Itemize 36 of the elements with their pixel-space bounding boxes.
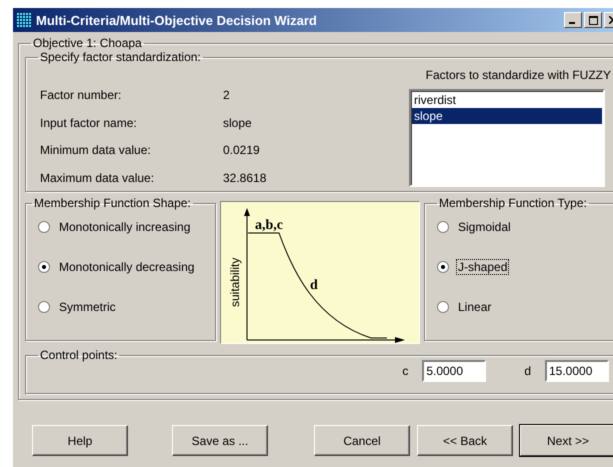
point-label: a,b,c [255, 218, 283, 233]
radio-label[interactable]: J-shaped [457, 260, 508, 274]
dialog-button[interactable]: << Back [417, 425, 513, 456]
dialog-button[interactable]: Save as ... [172, 425, 268, 456]
radio-label[interactable]: Symmetric [58, 300, 117, 314]
input-field[interactable]: 15.0000 [545, 360, 609, 382]
input-field[interactable]: 5.0000 [422, 360, 486, 382]
point-label: d [310, 278, 318, 293]
field-label: c [402, 364, 408, 378]
radio-label[interactable]: Sigmoidal [457, 220, 512, 234]
factor-list[interactable]: riverdist slope [409, 89, 605, 187]
radio-label[interactable]: Linear [457, 300, 492, 314]
radio-label[interactable]: Monotonically decreasing [58, 260, 196, 274]
dialog-button[interactable]: Next >> [520, 425, 613, 456]
field-value: 2 [223, 88, 231, 104]
list-item[interactable]: slope [412, 108, 602, 124]
field-label: Input factor name: [40, 116, 138, 132]
field-label: Minimum data value: [40, 143, 152, 159]
field-value: 32.8618 [223, 170, 266, 186]
axis-label: suitability [228, 258, 242, 307]
field-label: Maximum data value: [40, 170, 156, 186]
group-title: Membership Function Shape: [33, 196, 192, 210]
field-value: 0.0219 [223, 143, 261, 159]
list-item[interactable]: riverdist [412, 92, 602, 108]
window-title: Multi-Criteria/Multi-Objective Decision Wizard [36, 12, 317, 28]
field-label: Factor number: [40, 88, 122, 104]
group-title: Membership Function Type: [438, 196, 588, 210]
field-value: slope [223, 116, 253, 132]
group-title: Objective 1: Choapa [32, 36, 143, 50]
list-title: Factors to standardize with FUZZY [426, 68, 611, 82]
field-label: d [524, 364, 531, 378]
dialog-button[interactable]: Help [32, 425, 128, 456]
group-title: Control points: [39, 348, 118, 362]
group-title: Specify factor standardization: [39, 50, 202, 64]
radio-label[interactable]: Monotonically increasing [58, 220, 192, 234]
dialog-button[interactable]: Cancel [314, 425, 410, 456]
